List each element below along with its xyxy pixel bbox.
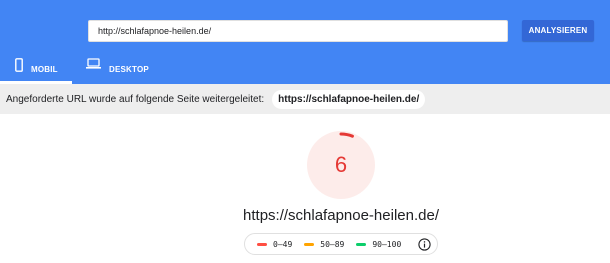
legend-item-good: 90–100 [356, 240, 401, 249]
legend-item-poor: 0–49 [257, 240, 292, 249]
legend-item-average: 50–89 [304, 240, 344, 249]
tab-mobil[interactable]: MOBIL [0, 58, 72, 84]
redirect-notice: Angeforderte URL wurde auf folgende Seit… [0, 84, 610, 114]
tab-desktop-label: DESKTOP [109, 65, 149, 74]
analyzed-site-url: https://schlafapnoe-heilen.de/ [243, 207, 439, 224]
tab-mobil-label: MOBIL [31, 65, 58, 74]
score-legend: 0–49 50–89 90–100 [244, 233, 438, 255]
performance-score-value: 6 [334, 152, 348, 177]
laptop-icon [86, 58, 101, 69]
tab-desktop[interactable]: DESKTOP [86, 58, 166, 84]
redirect-target-url: https://schlafapnoe-heilen.de/ [272, 89, 426, 109]
smartphone-icon [15, 58, 23, 72]
legend-range-poor: 0–49 [273, 239, 293, 249]
url-input[interactable] [88, 20, 508, 42]
legend-range-average: 50–89 [320, 239, 345, 249]
analyze-button[interactable]: ANALYSIEREN [522, 20, 594, 41]
legend-swatch-average [304, 242, 315, 246]
info-icon[interactable] [418, 238, 431, 251]
header-bar: ANALYSIEREN MOBIL DESKTOP [0, 0, 610, 84]
legend-swatch-poor [257, 242, 267, 246]
legend-swatch-good [356, 242, 367, 246]
legend-range-good: 90–100 [372, 239, 402, 249]
redirect-message: Angeforderte URL wurde auf folgende Seit… [6, 93, 265, 105]
